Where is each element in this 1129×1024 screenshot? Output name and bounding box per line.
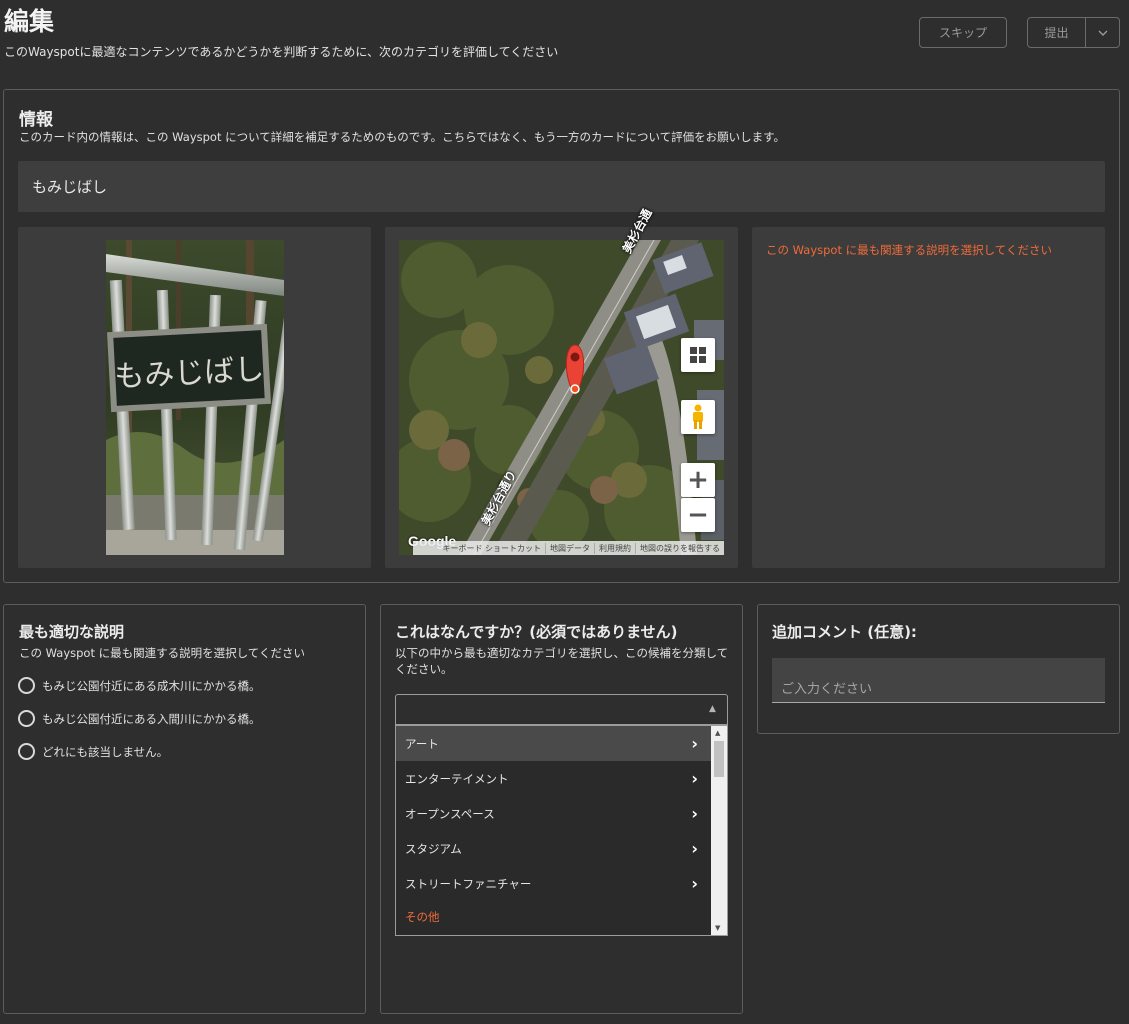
zoom-in-button[interactable]: + xyxy=(681,463,715,497)
description-option[interactable]: もみじ公園付近にある成木川にかかる橋。 xyxy=(18,677,261,694)
category-option[interactable]: ストリートファニチャー › xyxy=(396,866,712,901)
category-option-label: アート xyxy=(405,736,439,751)
comment-title: 追加コメント (任意): xyxy=(772,623,917,641)
chevron-right-icon: › xyxy=(691,839,698,858)
radio-button[interactable] xyxy=(18,710,35,727)
caret-up-icon: ▲ xyxy=(709,704,716,714)
category-option[interactable]: オープンスペース › xyxy=(396,796,712,831)
description-panel xyxy=(752,227,1105,568)
info-card-description: このカード内の情報は、この Wayspot について詳細を補足するためのものです… xyxy=(19,130,785,144)
description-option-label: もみじ公園付近にある入間川にかかる橋。 xyxy=(42,711,261,726)
category-description: 以下の中から最も適切なカテゴリを選択し、この候補を分類してください。 xyxy=(395,646,729,676)
chevron-right-icon: › xyxy=(691,734,698,753)
chevron-right-icon: › xyxy=(691,769,698,788)
scroll-down-icon[interactable]: ▼ xyxy=(715,924,720,932)
map-attribution: キーボード ショートカット 地図データ 利用規約 地図の誤りを報告する xyxy=(413,541,724,555)
zoom-in-icon: + xyxy=(687,465,709,495)
category-option-label: スタジアム xyxy=(405,841,462,856)
category-other-label: その他 xyxy=(405,909,440,924)
zoom-out-button[interactable]: − xyxy=(681,498,715,532)
terms-link[interactable]: 利用規約 xyxy=(594,542,635,554)
map-view[interactable] xyxy=(399,240,724,555)
description-hint: この Wayspot に最も関連する説明を選択してください xyxy=(766,243,1052,257)
skip-button[interactable]: スキップ xyxy=(919,17,1007,48)
map-data-link[interactable]: 地図データ xyxy=(545,542,594,554)
street-view-button[interactable] xyxy=(681,400,715,434)
submit-menu-button[interactable] xyxy=(1085,17,1120,48)
category-option[interactable]: エンターテイメント › xyxy=(396,761,712,796)
description-option[interactable]: もみじ公園付近にある入間川にかかる橋。 xyxy=(18,710,261,727)
category-option-label: エンターテイメント xyxy=(405,771,509,786)
chevron-right-icon: › xyxy=(691,874,698,893)
category-option-other[interactable]: その他 xyxy=(396,899,712,934)
report-error-link[interactable]: 地図の誤りを報告する xyxy=(635,542,724,554)
best-description-subtitle: この Wayspot に最も関連する説明を選択してください xyxy=(19,646,305,660)
wayspot-title: もみじばし xyxy=(32,178,108,196)
comment-input[interactable] xyxy=(772,658,1105,703)
category-option-label: オープンスペース xyxy=(405,806,495,821)
radio-button[interactable] xyxy=(18,743,35,760)
scrollbar[interactable]: ▲ ▼ xyxy=(711,726,727,935)
category-option-label: ストリートファニチャー xyxy=(405,876,532,891)
radio-button[interactable] xyxy=(18,677,35,694)
map-type-button[interactable] xyxy=(681,338,715,372)
wayspot-photo[interactable]: もみじばし xyxy=(106,240,284,555)
description-option-label: もみじ公園付近にある成木川にかかる橋。 xyxy=(42,678,261,693)
category-dropdown-list[interactable]: アート › エンターテイメント › オープンスペース › スタジアム › ストリ… xyxy=(395,725,728,936)
chevron-down-icon xyxy=(1098,30,1107,36)
category-title: これはなんですか？(必須ではありません) xyxy=(395,623,678,641)
pegman-icon xyxy=(693,404,703,429)
page-title: 編集 xyxy=(4,7,55,36)
chevron-right-icon: › xyxy=(691,804,698,823)
page-subtitle: このWayspotに最適なコンテンツであるかどうかを判断するために、次のカテゴリ… xyxy=(4,45,559,59)
best-description-title: 最も適切な説明 xyxy=(19,623,125,641)
info-card-title: 情報 xyxy=(19,110,53,130)
zoom-out-icon: − xyxy=(687,500,709,530)
scroll-up-icon[interactable]: ▲ xyxy=(715,729,720,737)
description-option-label: どれにも該当しません。 xyxy=(42,744,169,759)
category-option[interactable]: アート › xyxy=(396,726,712,761)
keyboard-shortcuts-link[interactable]: キーボード ショートカット xyxy=(438,543,545,554)
submit-button[interactable]: 提出 xyxy=(1027,17,1086,48)
wayspot-title-box xyxy=(18,161,1105,212)
map-type-icon xyxy=(690,347,706,363)
best-description-card xyxy=(3,604,366,1014)
scrollbar-thumb[interactable] xyxy=(714,741,724,777)
category-option[interactable]: スタジアム › xyxy=(396,831,712,866)
category-select[interactable] xyxy=(395,694,728,725)
description-option[interactable]: どれにも該当しません。 xyxy=(18,743,168,760)
